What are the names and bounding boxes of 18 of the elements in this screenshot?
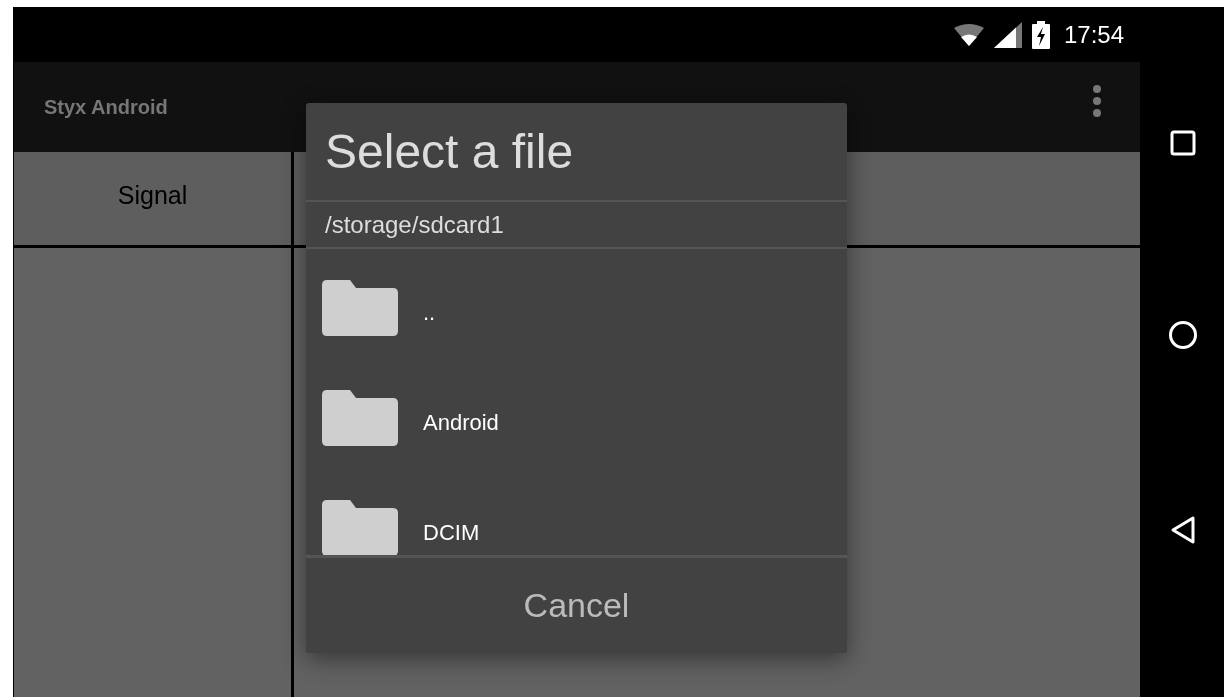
folder-item[interactable]: .. [306,253,847,363]
dialog-title: Select a file [306,103,847,202]
wifi-icon [953,24,984,46]
current-path: /storage/sdcard1 [306,202,847,249]
recents-icon[interactable] [1169,130,1196,157]
battery-icon [1031,21,1050,49]
home-icon[interactable] [1167,320,1198,351]
back-icon[interactable] [1169,514,1196,545]
folder-item[interactable]: DCIM [306,473,847,555]
app-title: Styx Android [44,95,168,119]
folder-icon [322,500,398,555]
folder-icon [322,390,398,446]
cancel-button[interactable]: Cancel [306,558,847,653]
clock: 17:54 [1063,21,1124,49]
folder-icon [322,280,398,336]
overflow-menu-icon[interactable] [1092,84,1102,118]
signal-icon [993,22,1022,48]
folder-item[interactable]: Android [306,363,847,473]
